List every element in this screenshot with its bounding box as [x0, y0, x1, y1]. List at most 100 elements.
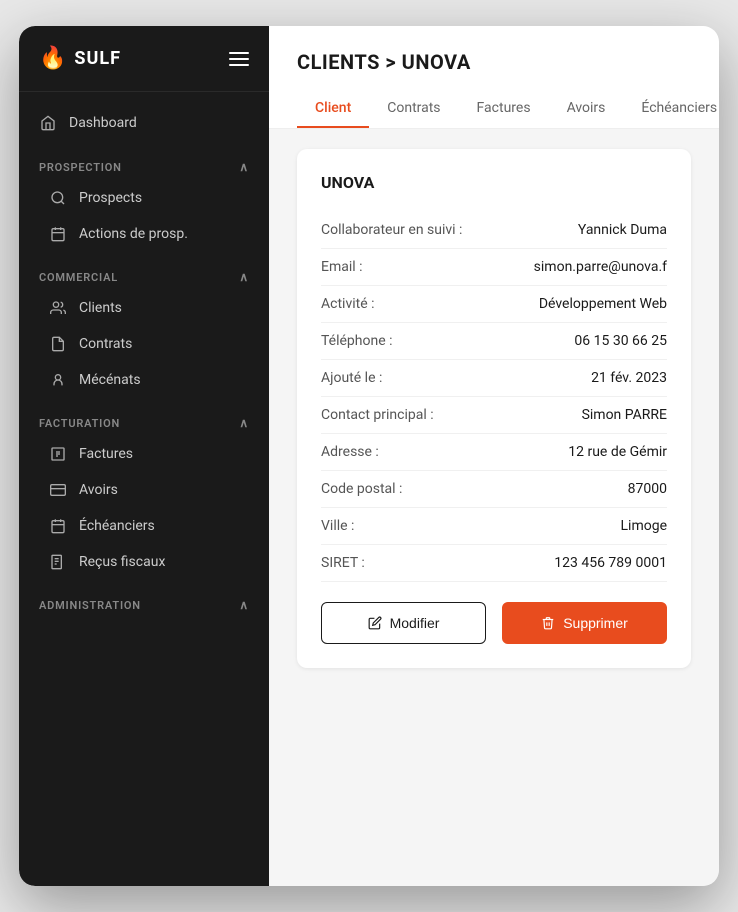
- tabs: Client Contrats Factures Avoirs Échéanci…: [297, 90, 691, 128]
- info-value: 123 456 789 0001: [554, 555, 667, 571]
- nav-item-label: Reçus fiscaux: [79, 554, 165, 570]
- search-icon: [49, 189, 67, 207]
- info-value: Développement Web: [539, 296, 667, 312]
- sidebar-item-actions[interactable]: Actions de prosp.: [19, 216, 269, 252]
- nav-item-label: Clients: [79, 300, 122, 316]
- hamburger-menu-icon[interactable]: [229, 52, 249, 66]
- info-value: Simon PARRE: [582, 407, 667, 423]
- users-icon: [49, 299, 67, 317]
- breadcrumb: CLIENTS > UNOVA: [297, 50, 691, 74]
- info-row-codepostal: Code postal : 87000: [321, 471, 667, 508]
- info-label: Ajouté le :: [321, 370, 471, 386]
- info-value: Yannick Duma: [578, 222, 667, 238]
- sidebar-item-factures[interactable]: Factures: [19, 436, 269, 472]
- chevron-up-icon: ∧: [239, 598, 249, 612]
- logo: 🔥 SULF: [39, 46, 121, 71]
- section-label: COMMERCIAL: [39, 271, 118, 284]
- info-label: Téléphone :: [321, 333, 471, 349]
- nav-section-header-administration[interactable]: ADMINISTRATION ∧: [19, 588, 269, 618]
- trash-icon: [541, 616, 555, 630]
- nav-item-label: Contrats: [79, 336, 132, 352]
- info-row-siret: SIRET : 123 456 789 0001: [321, 545, 667, 582]
- sidebar-header: 🔥 SULF: [19, 26, 269, 92]
- nav-item-label: Échéanciers: [79, 518, 155, 534]
- info-row-collaborateur: Collaborateur en suivi : Yannick Duma: [321, 212, 667, 249]
- nav-section-prospection: PROSPECTION ∧ Prospects: [19, 150, 269, 252]
- page-header: CLIENTS > UNOVA Client Contrats Factures…: [269, 26, 719, 129]
- modifier-button[interactable]: Modifier: [321, 602, 486, 644]
- supprimer-button[interactable]: Supprimer: [502, 602, 667, 644]
- sidebar-item-mecenat[interactable]: Mécénats: [19, 362, 269, 398]
- info-row-ajoute: Ajouté le : 21 fév. 2023: [321, 360, 667, 397]
- client-name: UNOVA: [321, 173, 667, 192]
- sidebar-item-contrats[interactable]: Contrats: [19, 326, 269, 362]
- info-row-ville: Ville : Limoge: [321, 508, 667, 545]
- info-value: 12 rue de Gémir: [568, 444, 667, 460]
- info-value: 06 15 30 66 25: [574, 333, 667, 349]
- info-label: Collaborateur en suivi :: [321, 222, 471, 238]
- main-content: CLIENTS > UNOVA Client Contrats Factures…: [269, 26, 719, 886]
- heart-icon: [49, 371, 67, 389]
- info-value: 87000: [628, 481, 667, 497]
- info-row-adresse: Adresse : 12 rue de Gémir: [321, 434, 667, 471]
- info-row-email: Email : simon.parre@unova.f: [321, 249, 667, 286]
- nav-item-label: Actions de prosp.: [79, 226, 188, 242]
- receipt-icon: [49, 553, 67, 571]
- actions-row: Modifier Supprimer: [321, 602, 667, 644]
- nav-section-header-facturation[interactable]: FACTURATION ∧: [19, 406, 269, 436]
- chevron-up-icon: ∧: [239, 270, 249, 284]
- info-label: Activité :: [321, 296, 471, 312]
- section-label: FACTURATION: [39, 417, 120, 430]
- section-label: PROSPECTION: [39, 161, 122, 174]
- nav-section-header-prospection[interactable]: PROSPECTION ∧: [19, 150, 269, 180]
- calendar-icon: [49, 225, 67, 243]
- info-value: 21 fév. 2023: [591, 370, 667, 386]
- tab-avoirs[interactable]: Avoirs: [549, 90, 624, 128]
- logo-icon: 🔥: [39, 46, 66, 71]
- nav-item-label: Mécénats: [79, 372, 141, 388]
- nav-section-header-commercial[interactable]: COMMERCIAL ∧: [19, 260, 269, 290]
- sidebar-item-echeanciers[interactable]: Échéanciers: [19, 508, 269, 544]
- tab-contrats[interactable]: Contrats: [369, 90, 458, 128]
- info-label: Adresse :: [321, 444, 471, 460]
- credit-icon: [49, 481, 67, 499]
- info-label: Ville :: [321, 518, 471, 534]
- nav-item-label: Prospects: [79, 190, 142, 206]
- info-label: Contact principal :: [321, 407, 471, 423]
- sidebar-nav: Dashboard PROSPECTION ∧ Prospects: [19, 92, 269, 886]
- section-label: ADMINISTRATION: [39, 599, 141, 612]
- tab-factures[interactable]: Factures: [459, 90, 549, 128]
- tab-echeanciers[interactable]: Échéanciers: [623, 90, 719, 128]
- nav-item-label: Factures: [79, 446, 133, 462]
- modifier-label: Modifier: [390, 615, 440, 631]
- sidebar-item-recus[interactable]: Reçus fiscaux: [19, 544, 269, 580]
- info-label: Code postal :: [321, 481, 471, 497]
- sidebar: 🔥 SULF Dashboard PROS: [19, 26, 269, 886]
- chevron-up-icon: ∧: [239, 416, 249, 430]
- file-icon: [49, 335, 67, 353]
- sidebar-item-avoirs[interactable]: Avoirs: [19, 472, 269, 508]
- nav-section-facturation: FACTURATION ∧ Factures: [19, 406, 269, 580]
- nav-section-administration: ADMINISTRATION ∧: [19, 588, 269, 618]
- nav-section-commercial: COMMERCIAL ∧ Clients: [19, 260, 269, 398]
- sidebar-item-clients[interactable]: Clients: [19, 290, 269, 326]
- info-label: Email :: [321, 259, 471, 275]
- tab-client[interactable]: Client: [297, 90, 369, 128]
- chevron-up-icon: ∧: [239, 160, 249, 174]
- info-row-contact: Contact principal : Simon PARRE: [321, 397, 667, 434]
- sidebar-item-prospects[interactable]: Prospects: [19, 180, 269, 216]
- info-value: Limoge: [621, 518, 668, 534]
- info-value: simon.parre@unova.f: [534, 259, 667, 275]
- logo-text: SULF: [74, 48, 121, 69]
- invoice-icon: [49, 445, 67, 463]
- supprimer-label: Supprimer: [563, 615, 628, 631]
- nav-item-label: Avoirs: [79, 482, 118, 498]
- sidebar-item-label: Dashboard: [69, 115, 137, 131]
- client-card: UNOVA Collaborateur en suivi : Yannick D…: [297, 149, 691, 668]
- info-row-telephone: Téléphone : 06 15 30 66 25: [321, 323, 667, 360]
- content-area: UNOVA Collaborateur en suivi : Yannick D…: [269, 129, 719, 886]
- sidebar-item-dashboard[interactable]: Dashboard: [19, 104, 269, 142]
- info-row-activite: Activité : Développement Web: [321, 286, 667, 323]
- edit-icon: [368, 616, 382, 630]
- home-icon: [39, 114, 57, 132]
